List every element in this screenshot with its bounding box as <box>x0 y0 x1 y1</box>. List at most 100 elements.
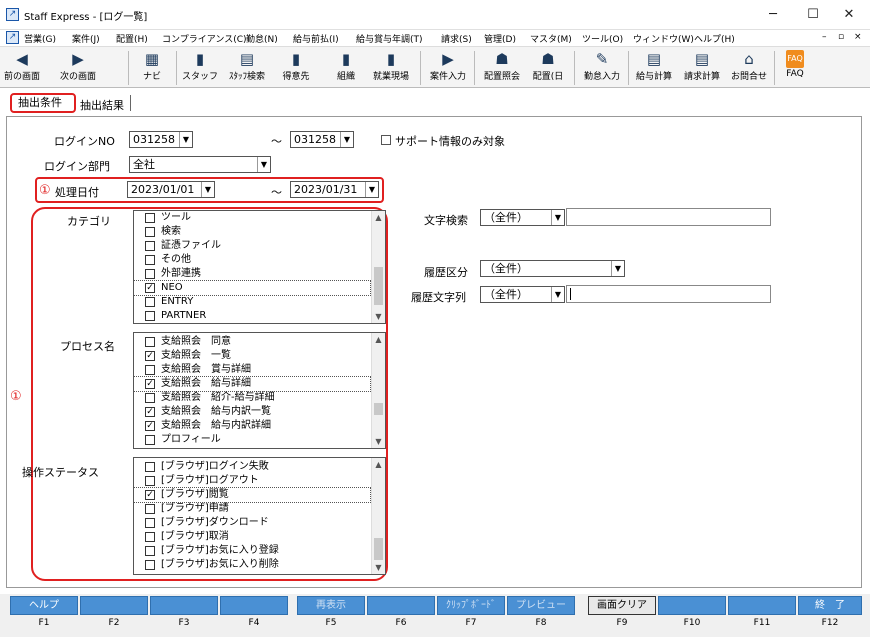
list-item[interactable]: 支給照会 賞与詳細 <box>134 363 370 377</box>
tab-extract-results[interactable]: 抽出結果 <box>80 97 124 113</box>
category-scrollbar[interactable]: ▲ ▼ <box>371 211 385 323</box>
menu-sales[interactable]: 営業(G) <box>24 32 56 45</box>
list-item[interactable]: プロフィール <box>134 433 370 447</box>
chevron-up-icon[interactable]: ▲ <box>372 333 385 346</box>
process-checkbox-5[interactable]: ✓ <box>145 407 155 417</box>
process-checkbox-3[interactable]: ✓ <box>145 379 155 389</box>
history-text-combo[interactable]: （全件） ▼ <box>480 286 565 303</box>
f12-exit-button[interactable]: 終 了 <box>798 596 862 615</box>
list-item[interactable]: [ブラウザ]お気に入り削除 <box>134 558 370 572</box>
category-checkbox-6[interactable] <box>145 297 155 307</box>
support-only-checkbox[interactable] <box>381 135 391 145</box>
menu-attendance[interactable]: 勤怠(N) <box>246 32 278 45</box>
list-item[interactable]: ✓ 支給照会 給与内訳詳細 <box>134 419 370 433</box>
text-search-input[interactable] <box>566 208 771 226</box>
toolbar-assignment-inquiry-button[interactable]: ☗ 配置照会 <box>478 49 526 87</box>
menu-salary-advance[interactable]: 給与前払(I) <box>293 32 339 45</box>
status-checkbox-3[interactable] <box>145 504 155 514</box>
toolbar-navi-button[interactable]: ▦ ナビ <box>136 49 168 87</box>
list-item[interactable]: PARTNER <box>134 309 370 323</box>
toolbar-staff-search-button[interactable]: ▤ ｽﾀｯﾌ検索 <box>222 49 272 87</box>
f7-clipboard-button[interactable]: ｸﾘｯﾌﾟﾎﾞｰﾄﾞ <box>437 596 505 615</box>
date-from-combo[interactable]: 2023/01/01 ▼ <box>127 181 215 198</box>
list-item[interactable]: [ブラウザ]ログアウト <box>134 474 370 488</box>
chevron-down-icon[interactable]: ▼ <box>372 310 385 323</box>
f6-button[interactable] <box>367 596 435 615</box>
toolbar-workplace-button[interactable]: ▮ 就業現場 <box>368 49 414 87</box>
mdi-document-icon[interactable]: ↗ <box>6 31 19 44</box>
toolbar-faq-button[interactable]: FAQ FAQ <box>778 49 812 87</box>
minimize-button[interactable]: ─ <box>756 4 790 26</box>
process-checkbox-1[interactable]: ✓ <box>145 351 155 361</box>
tab-extract-conditions[interactable]: 抽出条件 <box>10 93 76 113</box>
toolbar-daily-assignment-button[interactable]: ☗ 配置(日 <box>528 49 568 87</box>
menu-help[interactable]: ヘルプ(H) <box>694 32 735 45</box>
mdi-restore-button[interactable]: ▫ <box>838 32 844 42</box>
toolbar-attendance-entry-button[interactable]: ✎ 勤怠入力 <box>578 49 626 87</box>
scroll-thumb[interactable] <box>374 538 383 560</box>
text-search-combo[interactable]: （全件） ▼ <box>480 209 565 226</box>
list-item[interactable]: 検索 <box>134 225 370 239</box>
f10-button[interactable] <box>658 596 726 615</box>
f8-preview-button[interactable]: プレビュー <box>507 596 575 615</box>
list-item[interactable]: ツール <box>134 211 370 225</box>
status-checkbox-7[interactable] <box>145 560 155 570</box>
status-checkbox-1[interactable] <box>145 476 155 486</box>
mdi-close-button[interactable]: × <box>854 32 862 42</box>
chevron-down-icon[interactable]: ▼ <box>372 561 385 574</box>
date-to-combo[interactable]: 2023/01/31 ▼ <box>290 181 379 198</box>
status-checkbox-2[interactable]: ✓ <box>145 490 155 500</box>
toolbar-customer-button[interactable]: ▮ 得意先 <box>276 49 316 87</box>
category-checkbox-7[interactable] <box>145 311 155 321</box>
list-item[interactable]: ✓ 支給照会 一覧 <box>134 349 370 363</box>
category-checkbox-0[interactable] <box>145 213 155 223</box>
list-item[interactable]: [ブラウザ]お気に入り登録 <box>134 544 370 558</box>
list-item[interactable]: 支給照会 同意 <box>134 335 370 349</box>
status-checkbox-6[interactable] <box>145 546 155 556</box>
process-checkbox-6[interactable]: ✓ <box>145 421 155 431</box>
process-checkbox-7[interactable] <box>145 435 155 445</box>
scroll-thumb[interactable] <box>374 403 383 415</box>
dept-combo[interactable]: 全社 ▼ <box>129 156 271 173</box>
toolbar-back-button[interactable]: ◀ 前の画面 <box>2 49 42 87</box>
category-checkbox-1[interactable] <box>145 227 155 237</box>
history-text-input[interactable] <box>566 285 771 303</box>
status-list[interactable]: [ブラウザ]ログイン失敗 [ブラウザ]ログアウト ✓ [ブラウザ]閲覧 [ブラウザ… <box>133 457 386 575</box>
maximize-button[interactable]: ☐ <box>796 4 830 26</box>
status-scrollbar[interactable]: ▲ ▼ <box>371 458 385 574</box>
menu-master[interactable]: マスタ(M) <box>530 32 572 45</box>
toolbar-case-entry-button[interactable]: ▶ 案件入力 <box>424 49 472 87</box>
history-type-combo[interactable]: （全件） ▼ <box>480 260 625 277</box>
chevron-up-icon[interactable]: ▲ <box>372 458 385 471</box>
status-checkbox-0[interactable] <box>145 462 155 472</box>
category-checkbox-5[interactable]: ✓ <box>145 283 155 293</box>
f1-help-button[interactable]: ヘルプ <box>10 596 78 615</box>
mdi-minimize-button[interactable]: – <box>822 32 827 42</box>
toolbar-organization-button[interactable]: ▮ 組織 <box>328 49 364 87</box>
menu-billing[interactable]: 請求(S) <box>441 32 472 45</box>
menu-case[interactable]: 案件(J) <box>72 32 100 45</box>
f4-button[interactable] <box>220 596 288 615</box>
f2-button[interactable] <box>80 596 148 615</box>
list-item[interactable]: [ブラウザ]申請 <box>134 502 370 516</box>
f5-refresh-button[interactable]: 再表示 <box>297 596 365 615</box>
menu-salary-bonus[interactable]: 給与賞与年調(T) <box>356 32 423 45</box>
process-checkbox-2[interactable] <box>145 365 155 375</box>
list-item[interactable]: 外部連携 <box>134 267 370 281</box>
category-checkbox-3[interactable] <box>145 255 155 265</box>
login-no-from-combo[interactable]: 031258 ▼ <box>129 131 193 148</box>
status-checkbox-5[interactable] <box>145 532 155 542</box>
toolbar-billing-calc-button[interactable]: ▤ 請求計算 <box>678 49 726 87</box>
process-checkbox-0[interactable] <box>145 337 155 347</box>
process-checkbox-4[interactable] <box>145 393 155 403</box>
toolbar-staff-button[interactable]: ▮ スタッフ <box>180 49 220 87</box>
list-item[interactable]: 支給照会 紹介-給与詳細 <box>134 391 370 405</box>
toolbar-forward-button[interactable]: ▶ 次の画面 <box>50 49 106 87</box>
list-item[interactable]: 証憑ファイル <box>134 239 370 253</box>
category-checkbox-2[interactable] <box>145 241 155 251</box>
menu-tools[interactable]: ツール(O) <box>582 32 623 45</box>
status-checkbox-4[interactable] <box>145 518 155 528</box>
list-item[interactable]: [ブラウザ]ログイン失敗 <box>134 460 370 474</box>
chevron-up-icon[interactable]: ▲ <box>372 211 385 224</box>
list-item[interactable]: その他 <box>134 253 370 267</box>
